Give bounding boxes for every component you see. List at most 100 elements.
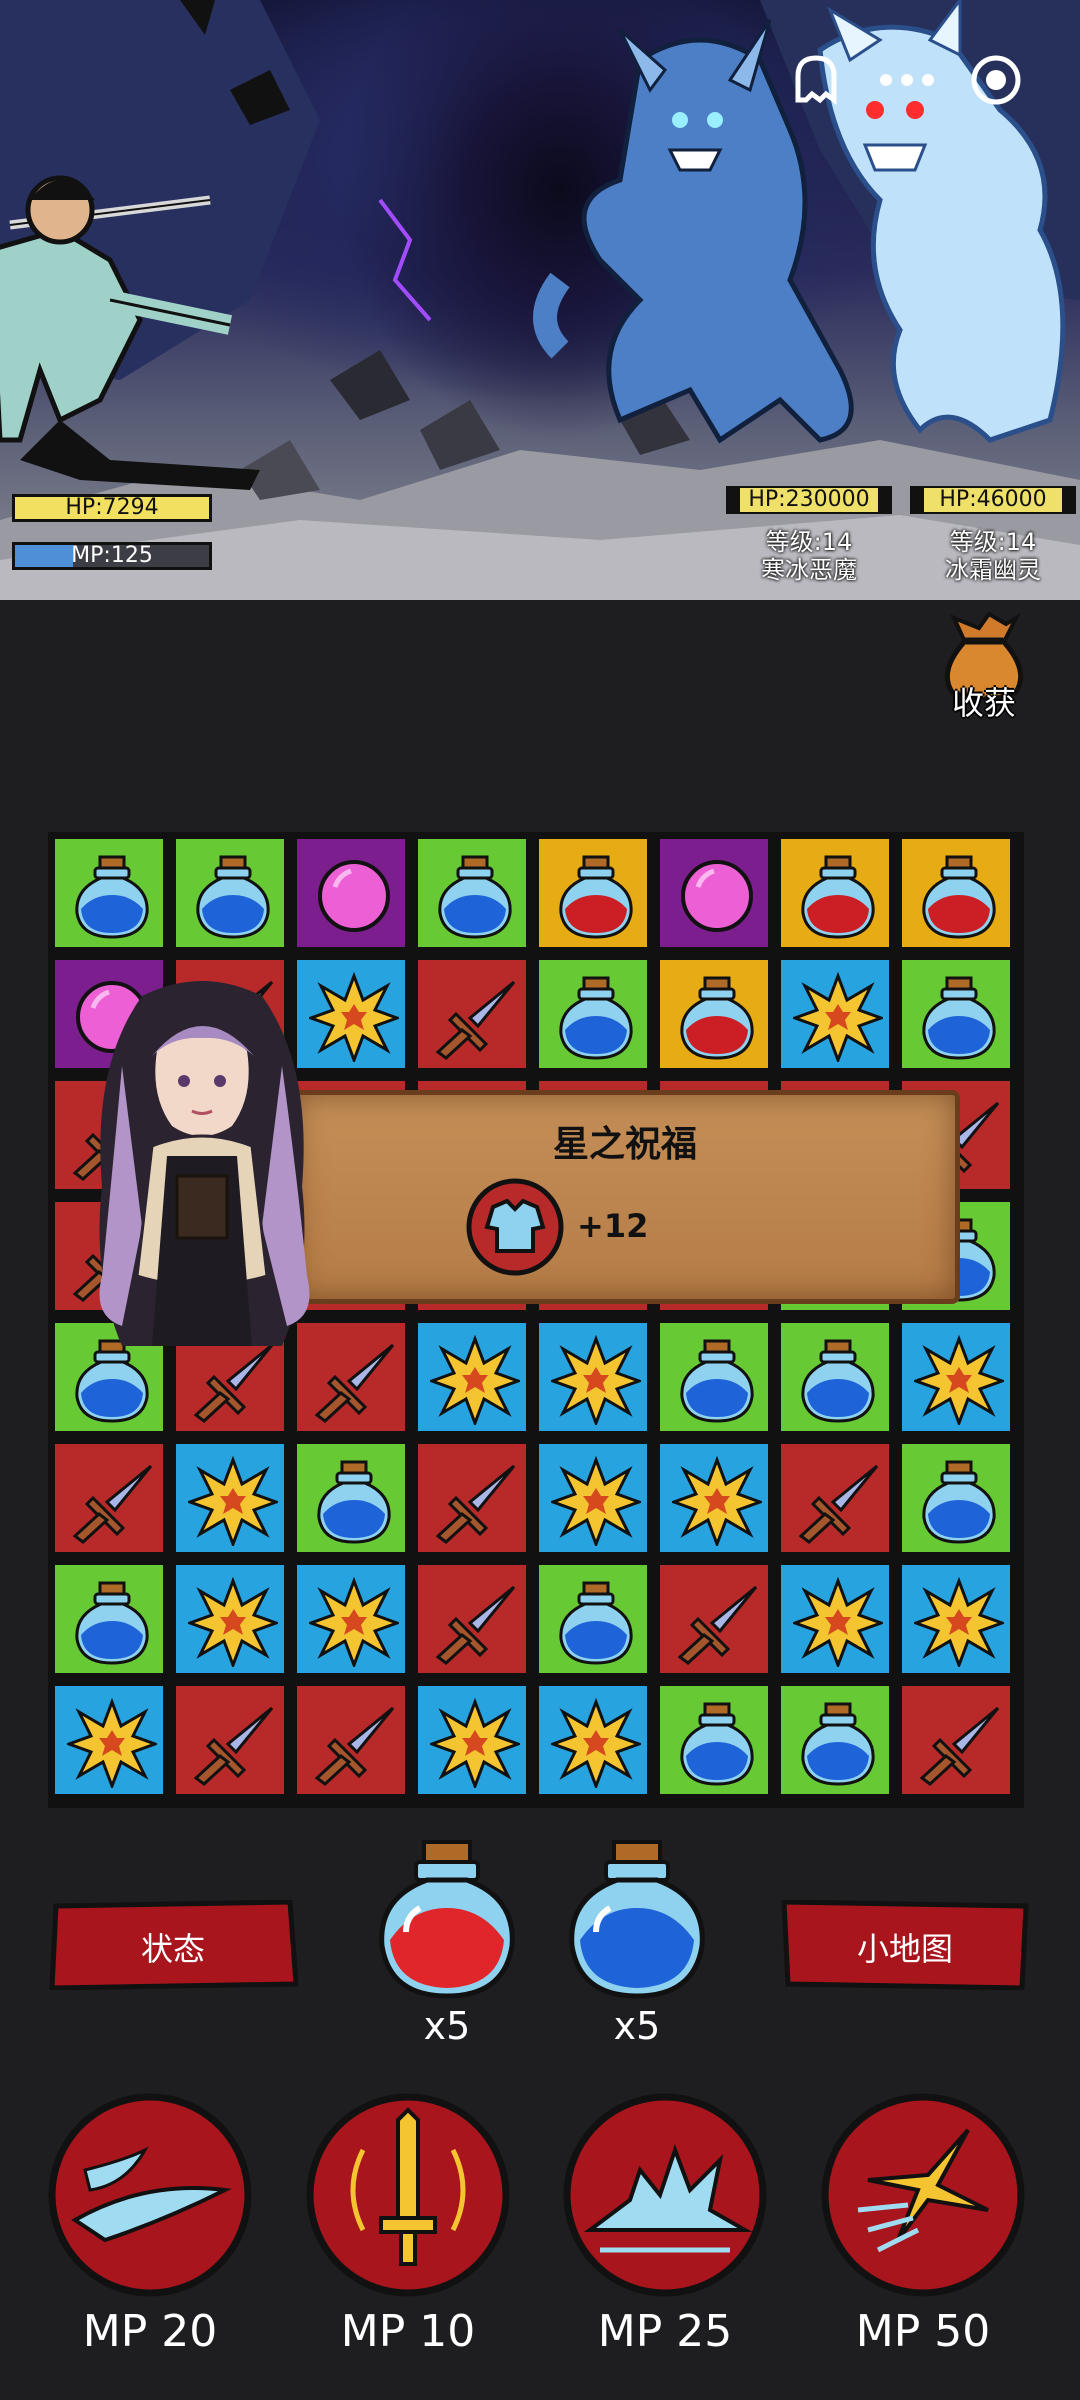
- enemy-info[interactable]: 等级:14 冰霜幽灵: [910, 528, 1076, 584]
- board-tile[interactable]: [536, 1441, 650, 1555]
- red-potion-icon: [559, 855, 633, 939]
- skill-sword-aura[interactable]: MP 10: [303, 2090, 513, 2370]
- board-tile[interactable]: [415, 1562, 529, 1676]
- board-tile[interactable]: [52, 1441, 166, 1555]
- player-hp-label: HP:7294: [65, 495, 159, 520]
- skill-cost: MP 20: [82, 2306, 218, 2357]
- board-tile[interactable]: [173, 1683, 287, 1797]
- board-tile[interactable]: [294, 836, 408, 950]
- harvest-button[interactable]: 收获: [934, 610, 1034, 730]
- board-tile[interactable]: [899, 1441, 1013, 1555]
- board-tile[interactable]: [657, 1562, 771, 1676]
- sword-icon: [193, 1343, 274, 1423]
- board-tile[interactable]: [778, 836, 892, 950]
- record-icon[interactable]: [966, 50, 1026, 110]
- board-tile[interactable]: [52, 1562, 166, 1676]
- board-tile[interactable]: [536, 1320, 650, 1434]
- pink-orb-icon: [681, 860, 753, 932]
- board-tile[interactable]: [173, 836, 287, 950]
- board-tile[interactable]: [52, 836, 166, 950]
- blue-potion-icon: [317, 1460, 391, 1544]
- blessing-popup: 星之祝福 +12: [290, 1090, 960, 1304]
- board-tile[interactable]: [899, 836, 1013, 950]
- board-tile[interactable]: [899, 957, 1013, 1071]
- minimap-button[interactable]: 小地图: [780, 1900, 1030, 1990]
- board-tile[interactable]: [173, 1562, 287, 1676]
- burst-icon: [914, 1577, 1004, 1667]
- sword-icon: [435, 1585, 516, 1665]
- more-icon[interactable]: [872, 50, 942, 110]
- wind-slash-icon: [48, 2093, 252, 2297]
- board-tile[interactable]: [657, 1320, 771, 1434]
- sword-icon: [435, 1464, 516, 1544]
- comet-icon: [821, 2093, 1025, 2297]
- harvest-label: 收获: [951, 684, 1016, 722]
- burst-icon: [430, 1335, 520, 1425]
- status-label: 状态: [140, 1930, 205, 1968]
- skill-comet[interactable]: MP 50: [818, 2090, 1028, 2370]
- battle-scene: HP:7294 MP:125 HP:230000 等级:14 寒冰恶魔 HP:4…: [0, 0, 1080, 600]
- board-tile[interactable]: [415, 957, 529, 1071]
- blue-potion-icon: [922, 976, 996, 1060]
- sword-icon: [677, 1585, 758, 1665]
- board-tile[interactable]: [536, 957, 650, 1071]
- enemy-name: 寒冰恶魔: [761, 556, 857, 584]
- board-tile[interactable]: [415, 1441, 529, 1555]
- burst-icon: [309, 1577, 399, 1667]
- board-tile[interactable]: [294, 1562, 408, 1676]
- blue-potion-icon: [559, 1581, 633, 1665]
- board-tile[interactable]: [415, 836, 529, 950]
- sword-icon: [314, 1343, 395, 1423]
- board-tile[interactable]: [294, 1441, 408, 1555]
- red-potion-button[interactable]: x5: [372, 1836, 522, 2048]
- board-tile[interactable]: [657, 957, 771, 1071]
- popup-bonus: +12: [577, 1207, 649, 1245]
- blue-potion-count: x5: [613, 2004, 661, 2048]
- board-tile[interactable]: [294, 1683, 408, 1797]
- ghost-icon[interactable]: [786, 50, 846, 110]
- top-right-capsule: [760, 40, 1060, 120]
- skill-cost: MP 25: [597, 2306, 733, 2357]
- board-tile[interactable]: [657, 1683, 771, 1797]
- blue-potion-icon: [559, 976, 633, 1060]
- board-tile[interactable]: [536, 836, 650, 950]
- skill-wave[interactable]: MP 25: [560, 2090, 770, 2370]
- sword-icon: [919, 1706, 1000, 1786]
- board-tile[interactable]: [778, 1320, 892, 1434]
- red-potion-count: x5: [423, 2004, 471, 2048]
- blue-potion-icon: [75, 855, 149, 939]
- blue-potion-button[interactable]: x5: [562, 1836, 712, 2048]
- board-tile[interactable]: [778, 1683, 892, 1797]
- board-tile[interactable]: [536, 1562, 650, 1676]
- blue-potion-icon: [75, 1581, 149, 1665]
- sword-icon: [314, 1706, 395, 1786]
- enemy-hp-bar: HP:46000: [910, 486, 1076, 514]
- board-tile[interactable]: [778, 1562, 892, 1676]
- burst-icon: [188, 1577, 278, 1667]
- board-tile[interactable]: [173, 1441, 287, 1555]
- status-button[interactable]: 状态: [48, 1900, 298, 1990]
- sword-icon: [435, 980, 516, 1060]
- sorceress-portrait: [99, 981, 310, 1346]
- enemy-hp-bar: HP:230000: [726, 486, 892, 514]
- burst-icon: [309, 972, 399, 1062]
- board-tile[interactable]: [778, 1441, 892, 1555]
- board-tile[interactable]: [657, 836, 771, 950]
- board-tile[interactable]: [899, 1320, 1013, 1434]
- board-tile[interactable]: [899, 1683, 1013, 1797]
- board-tile[interactable]: [415, 1320, 529, 1434]
- sword-icon: [72, 1464, 153, 1544]
- board-tile[interactable]: [415, 1683, 529, 1797]
- board-tile[interactable]: [899, 1562, 1013, 1676]
- board-tile[interactable]: [536, 1683, 650, 1797]
- board-tile[interactable]: [778, 957, 892, 1071]
- board-tile[interactable]: [52, 1683, 166, 1797]
- enemy-info[interactable]: 等级:14 寒冰恶魔: [726, 528, 892, 584]
- player-mp-fill: [15, 545, 74, 567]
- armor-shirt-icon: [466, 1178, 564, 1276]
- wave-icon: [563, 2093, 767, 2297]
- enemy-level: 等级:14: [949, 528, 1037, 556]
- skill-wind-slash[interactable]: MP 20: [45, 2090, 255, 2370]
- board-tile[interactable]: [657, 1441, 771, 1555]
- player-mp-label: MP:125: [71, 543, 153, 568]
